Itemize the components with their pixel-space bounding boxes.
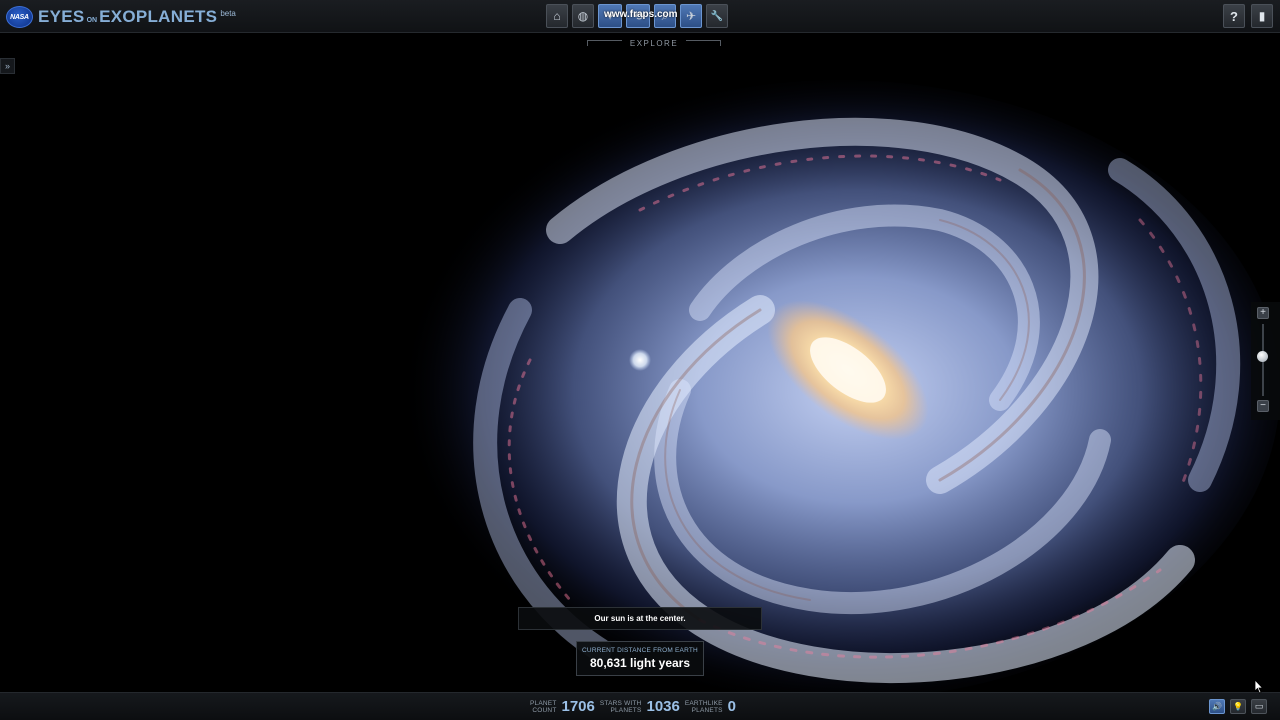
minus-icon: − <box>1260 400 1266 411</box>
earthlike-planets-value: 0 <box>727 698 737 715</box>
bottom-bar: PLANET COUNT 1706 STARS WITH PLANETS 1036 … <box>0 692 1280 720</box>
nasa-logo: NASA <box>6 6 33 28</box>
zoom-in-button[interactable]: + <box>1257 307 1269 319</box>
plus-icon: + <box>1260 307 1266 318</box>
zoom-control: + − <box>1251 302 1280 420</box>
distance-panel: CURRENT DISTANCE FROM EARTH 80,631 light… <box>576 641 704 676</box>
wrench-icon: 🔧 <box>710 10 724 22</box>
stars-with-planets-label: STARS WITH PLANETS <box>599 699 642 714</box>
globe-button[interactable]: ◍ <box>572 4 594 28</box>
sound-icon: 🔊 <box>1212 702 1222 711</box>
lightbulb-icon: 💡 <box>1233 702 1243 711</box>
mode-label: EXPLORE <box>587 37 721 49</box>
fraps-watermark: www.fraps.com <box>604 9 678 20</box>
screen-button[interactable]: ▭ <box>1251 699 1267 714</box>
home-icon: ⌂ <box>553 9 561 23</box>
help-button[interactable]: ? <box>1223 4 1245 28</box>
chevron-right-icon: » <box>4 61 10 71</box>
info-caption: Our sun is at the center. <box>518 607 762 630</box>
beta-label: beta <box>220 9 236 18</box>
zoom-out-button[interactable]: − <box>1257 400 1269 412</box>
screen-icon: ▭ <box>1254 701 1264 711</box>
globe-icon: ◍ <box>577 9 589 23</box>
top-bar: NASA EYES ON EXOPLANETS beta ⌂ ◍ ✦ ⟲ ⌕ ✈… <box>0 0 1280 33</box>
help-icon: ? <box>1230 8 1238 24</box>
home-button[interactable]: ⌂ <box>546 4 568 28</box>
settings-button[interactable]: 🔧 <box>706 4 728 28</box>
fullscreen-icon: ▮ <box>1258 9 1266 23</box>
lightbulb-button[interactable]: 💡 <box>1230 699 1246 714</box>
app-logo[interactable]: NASA EYES ON EXOPLANETS beta <box>6 4 236 30</box>
stars-with-planets-value: 1036 <box>646 698 680 715</box>
fly-icon: ✈ <box>685 9 697 23</box>
sound-button[interactable]: 🔊 <box>1209 699 1225 714</box>
fullscreen-button[interactable]: ▮ <box>1251 4 1273 28</box>
side-panel-toggle[interactable]: » <box>0 58 15 74</box>
zoom-slider-thumb[interactable] <box>1257 351 1268 363</box>
stats-bar: PLANET COUNT 1706 STARS WITH PLANETS 1036 … <box>530 698 741 715</box>
mouse-cursor-icon <box>1254 679 1264 694</box>
earthlike-planets-label: EARTHLIKE PLANETS <box>684 699 723 714</box>
distance-label: CURRENT DISTANCE FROM EARTH <box>582 647 698 654</box>
distance-value: 80,631 light years <box>589 656 691 670</box>
planet-count-label: PLANET COUNT <box>530 699 557 714</box>
milky-way-galaxy-image[interactable] <box>380 60 1280 700</box>
app-title: EYES ON EXOPLANETS beta <box>38 7 236 26</box>
fly-button[interactable]: ✈ <box>680 4 702 28</box>
planet-count-value: 1706 <box>561 698 595 715</box>
